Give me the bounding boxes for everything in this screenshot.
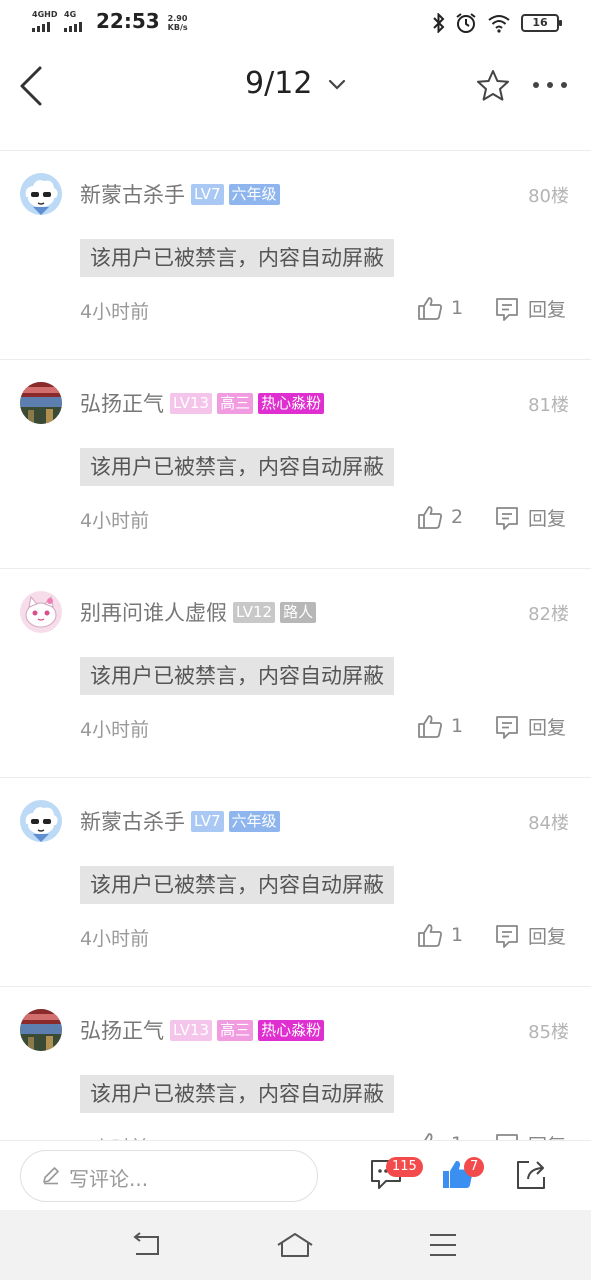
post-time: 4小时前 bbox=[80, 301, 150, 323]
username[interactable]: 新蒙古杀手 bbox=[80, 179, 185, 209]
comment-count-badge: 115 bbox=[386, 1157, 423, 1177]
floor-number: 85楼 bbox=[528, 1022, 569, 1043]
username[interactable]: 别再问谁人虚假 bbox=[80, 597, 227, 627]
floor-number: 80楼 bbox=[528, 186, 569, 207]
reply-button[interactable]: 回复 bbox=[494, 295, 566, 322]
reply-label: 回复 bbox=[528, 508, 567, 530]
wifi-icon bbox=[488, 15, 510, 33]
reply-label: 回复 bbox=[528, 299, 567, 321]
reply-label: 回复 bbox=[528, 717, 567, 739]
clock: 22:53 bbox=[96, 9, 160, 33]
thumbs-up-outline-icon bbox=[418, 715, 442, 738]
user-badge: 热心淼粉 bbox=[258, 1020, 325, 1041]
share-icon[interactable] bbox=[514, 1157, 548, 1191]
user-badge: 高三 bbox=[217, 393, 254, 414]
floor-number: 82楼 bbox=[528, 604, 569, 625]
user-badge: LV13 bbox=[170, 1020, 213, 1041]
like-count: 1 bbox=[451, 715, 464, 737]
post-content: 该用户已被禁言，内容自动屏蔽 bbox=[80, 448, 394, 486]
badge-list: LV13 高三 热心淼粉 bbox=[170, 1020, 325, 1041]
thumbs-up-outline-icon bbox=[418, 297, 442, 320]
user-badge: 六年级 bbox=[228, 811, 280, 832]
speed-unit: KB/s bbox=[167, 23, 188, 32]
avatar[interactable] bbox=[20, 591, 62, 633]
post-content: 该用户已被禁言，内容自动屏蔽 bbox=[80, 1075, 394, 1113]
post-item: 新蒙古杀手 LV7 六年级 80楼 该用户已被禁言，内容自动屏蔽 4小时前 1 回… bbox=[0, 151, 591, 360]
like-button[interactable]: 1 bbox=[417, 295, 463, 321]
reply-button[interactable]: 回复 bbox=[494, 504, 566, 531]
nav-home-icon[interactable] bbox=[276, 1232, 314, 1258]
badge-list: LV7 六年级 bbox=[191, 811, 280, 832]
avatar[interactable] bbox=[20, 173, 62, 215]
like-count: 2 bbox=[451, 506, 464, 528]
status-bar: 4GHD 4G 22:53 2.90 KB/s 16 bbox=[0, 0, 591, 44]
like-count: 1 bbox=[451, 924, 464, 946]
signal-sim1-icon: 4GHD bbox=[32, 10, 58, 32]
user-badge: LV12 bbox=[233, 602, 276, 623]
sim1-label: 4GHD bbox=[32, 10, 58, 19]
post-time: 4小时前 bbox=[80, 928, 150, 950]
chevron-down-icon bbox=[328, 79, 346, 90]
user-badge: LV7 bbox=[191, 184, 224, 205]
reply-label: 回复 bbox=[528, 926, 567, 948]
pencil-icon bbox=[43, 1167, 59, 1185]
like-count-badge: 7 bbox=[464, 1157, 485, 1177]
username[interactable]: 弘扬正气 bbox=[80, 1015, 164, 1045]
floor-number: 84楼 bbox=[528, 813, 569, 834]
user-badge: 路人 bbox=[280, 602, 317, 623]
username[interactable]: 弘扬正气 bbox=[80, 388, 164, 418]
bluetooth-icon bbox=[433, 13, 445, 33]
star-icon[interactable] bbox=[475, 68, 511, 104]
battery-level: 16 bbox=[532, 16, 548, 29]
reply-button[interactable]: 回复 bbox=[494, 922, 566, 949]
speed-value: 2.90 bbox=[167, 14, 188, 23]
bottom-action-bar: 写评论... 115 7 bbox=[0, 1140, 591, 1211]
post-content: 该用户已被禁言，内容自动屏蔽 bbox=[80, 239, 394, 277]
badge-list: LV12 路人 bbox=[233, 602, 317, 623]
system-nav-bar bbox=[0, 1210, 591, 1280]
like-button[interactable]: 1 bbox=[417, 922, 463, 948]
thumbs-up-outline-icon bbox=[418, 924, 442, 947]
header: 9/12 bbox=[0, 44, 591, 128]
reply-button[interactable]: 回复 bbox=[494, 713, 566, 740]
post-item: 新蒙古杀手 LV7 六年级 84楼 该用户已被禁言，内容自动屏蔽 4小时前 1 回… bbox=[0, 778, 591, 987]
user-badge: 高三 bbox=[217, 1020, 254, 1041]
floor-number: 81楼 bbox=[528, 395, 569, 416]
badge-list: LV7 六年级 bbox=[191, 184, 280, 205]
user-badge: LV7 bbox=[191, 811, 224, 832]
thumbs-up-outline-icon bbox=[418, 506, 442, 529]
comment-input[interactable]: 写评论... bbox=[20, 1150, 318, 1202]
reply-icon bbox=[496, 297, 518, 321]
comment-placeholder: 写评论... bbox=[69, 1167, 149, 1191]
battery-icon: 16 bbox=[521, 14, 562, 32]
username[interactable]: 新蒙古杀手 bbox=[80, 806, 185, 836]
like-button[interactable]: 2 bbox=[417, 504, 463, 530]
reply-icon bbox=[496, 506, 518, 530]
post-item: 弘扬正气 LV13 高三 热心淼粉 81楼 该用户已被禁言，内容自动屏蔽 4小时前 … bbox=[0, 360, 591, 569]
like-count: 1 bbox=[451, 297, 464, 319]
avatar[interactable] bbox=[20, 382, 62, 424]
page-indicator-text: 9/12 bbox=[245, 66, 313, 101]
nav-back-icon[interactable] bbox=[130, 1232, 162, 1258]
reply-icon bbox=[496, 924, 518, 948]
post-item: 别再问谁人虚假 LV12 路人 82楼 该用户已被禁言，内容自动屏蔽 4小时前 1… bbox=[0, 569, 591, 778]
post-time: 4小时前 bbox=[80, 510, 150, 532]
avatar[interactable] bbox=[20, 800, 62, 842]
user-badge: 六年级 bbox=[228, 184, 280, 205]
reply-icon bbox=[496, 715, 518, 739]
alarm-icon bbox=[456, 13, 476, 33]
network-speed: 2.90 KB/s bbox=[168, 14, 188, 32]
more-icon[interactable] bbox=[533, 82, 567, 88]
badge-list: LV13 高三 热心淼粉 bbox=[170, 393, 325, 414]
avatar[interactable] bbox=[20, 1009, 62, 1051]
sim2-label: 4G bbox=[64, 10, 77, 19]
user-badge: 热心淼粉 bbox=[258, 393, 325, 414]
post-time: 4小时前 bbox=[80, 719, 150, 741]
signal-sim2-icon: 4G bbox=[64, 10, 88, 32]
post-content: 该用户已被禁言，内容自动屏蔽 bbox=[80, 657, 394, 695]
nav-menu-icon[interactable] bbox=[428, 1232, 458, 1258]
post-content: 该用户已被禁言，内容自动屏蔽 bbox=[80, 866, 394, 904]
user-badge: LV13 bbox=[170, 393, 213, 414]
like-button[interactable]: 1 bbox=[417, 713, 463, 739]
